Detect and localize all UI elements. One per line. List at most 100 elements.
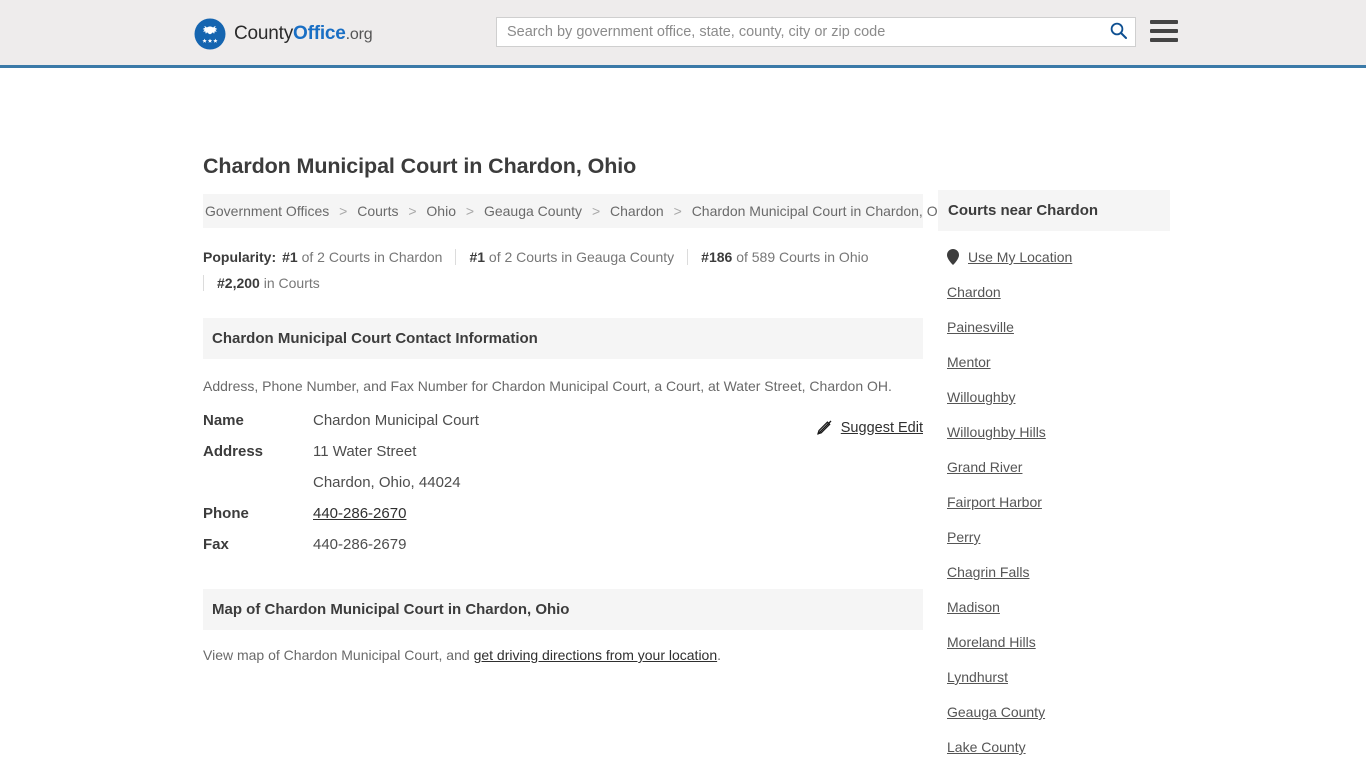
map-desc-text-before: View map of Chardon Municipal Court, and bbox=[203, 647, 474, 663]
contact-value-address-line1: 11 Water Street bbox=[313, 443, 417, 460]
suggest-edit[interactable]: Suggest Edit bbox=[816, 419, 923, 436]
sidebar-link[interactable]: Moreland Hills bbox=[947, 634, 1036, 650]
page-title: Chardon Municipal Court in Chardon, Ohio bbox=[203, 154, 637, 178]
popularity-stat-3: #2,200 in Courts bbox=[203, 275, 320, 291]
sidebar-link[interactable]: Painesville bbox=[947, 319, 1014, 335]
contact-key-address: Address bbox=[203, 443, 264, 460]
breadcrumb-item-4[interactable]: Chardon bbox=[610, 203, 664, 219]
sidebar-item-willoughby-hills[interactable]: Willoughby Hills bbox=[938, 424, 1170, 440]
sidebar-link[interactable]: Chagrin Falls bbox=[947, 564, 1029, 580]
sidebar-link[interactable]: Fairport Harbor bbox=[947, 494, 1042, 510]
popularity-text-0: of 2 Courts in Chardon bbox=[301, 249, 443, 265]
map-pin-icon bbox=[947, 249, 959, 265]
search-icon bbox=[1110, 22, 1127, 42]
contact-value-name: Chardon Municipal Court bbox=[313, 412, 479, 429]
popularity-text-2: of 589 Courts in Ohio bbox=[736, 249, 869, 265]
sidebar-link[interactable]: Geauga County bbox=[947, 704, 1045, 720]
popularity-label: Popularity: bbox=[203, 249, 277, 265]
contact-table: Name Chardon Municipal Court Address 11 … bbox=[203, 412, 479, 567]
search-bar[interactable] bbox=[496, 17, 1136, 47]
sidebar-item-lyndhurst[interactable]: Lyndhurst bbox=[938, 669, 1170, 685]
contact-section-heading: Chardon Municipal Court Contact Informat… bbox=[203, 318, 923, 359]
sidebar-link[interactable]: Willoughby bbox=[947, 389, 1015, 405]
popularity-stat-0: #1 of 2 Courts in Chardon bbox=[282, 249, 455, 265]
popularity-rank-3: #2,200 bbox=[217, 275, 260, 291]
sidebar-item-madison[interactable]: Madison bbox=[938, 599, 1170, 615]
breadcrumb-item-1[interactable]: Courts bbox=[357, 203, 398, 219]
sidebar-list: Use My Location Chardon Painesville Ment… bbox=[938, 249, 1170, 768]
search-input[interactable] bbox=[497, 18, 1101, 46]
breadcrumb-item-0[interactable]: Government Offices bbox=[205, 203, 329, 219]
breadcrumb-separator: > bbox=[673, 203, 682, 219]
sidebar-item-chardon[interactable]: Chardon bbox=[938, 284, 1170, 300]
breadcrumb-item-3[interactable]: Geauga County bbox=[484, 203, 582, 219]
contact-section-description: Address, Phone Number, and Fax Number fo… bbox=[203, 378, 892, 394]
hamburger-bar-2 bbox=[1150, 29, 1178, 33]
breadcrumb-separator: > bbox=[465, 203, 475, 219]
contact-key-blank bbox=[203, 474, 313, 505]
breadcrumb-separator: > bbox=[591, 203, 601, 219]
main-content: Chardon Municipal Court in Chardon, Ohio… bbox=[203, 154, 956, 663]
sidebar-item-chagrin-falls[interactable]: Chagrin Falls bbox=[938, 564, 1170, 580]
map-section-heading: Map of Chardon Municipal Court in Chardo… bbox=[203, 589, 923, 630]
eagle-seal-icon bbox=[194, 18, 226, 50]
sidebar-item-moreland-hills[interactable]: Moreland Hills bbox=[938, 634, 1170, 650]
table-row: Name Chardon Municipal Court bbox=[203, 412, 479, 443]
sidebar: Courts near Chardon Use My Location Char… bbox=[938, 190, 1170, 768]
sidebar-link[interactable]: Madison bbox=[947, 599, 1000, 615]
site-logo[interactable]: CountyOffice.org bbox=[194, 18, 373, 50]
sidebar-item-willoughby[interactable]: Willoughby bbox=[938, 389, 1170, 405]
search-button[interactable] bbox=[1101, 18, 1135, 46]
sidebar-item-perry[interactable]: Perry bbox=[938, 529, 1170, 545]
sidebar-link[interactable]: Chardon bbox=[947, 284, 1001, 300]
use-my-location-link[interactable]: Use My Location bbox=[968, 249, 1072, 265]
driving-directions-link[interactable]: get driving directions from your locatio… bbox=[474, 647, 718, 663]
sidebar-link[interactable]: Willoughby Hills bbox=[947, 424, 1046, 440]
table-row: Fax 440-286-2679 bbox=[203, 536, 479, 567]
popularity-stat-1: #1 of 2 Courts in Geauga County bbox=[455, 249, 688, 265]
table-row: Chardon, Ohio, 44024 bbox=[203, 474, 479, 505]
phone-link[interactable]: 440-286-2670 bbox=[313, 505, 406, 522]
sidebar-item-geauga-county[interactable]: Geauga County bbox=[938, 704, 1170, 720]
sidebar-item-fairport-harbor[interactable]: Fairport Harbor bbox=[938, 494, 1170, 510]
logo-text-office: Office bbox=[293, 23, 346, 44]
hamburger-menu-icon[interactable] bbox=[1150, 20, 1178, 42]
popularity-rank-0: #1 bbox=[282, 249, 298, 265]
sidebar-item-mentor[interactable]: Mentor bbox=[938, 354, 1170, 370]
contact-details: Name Chardon Municipal Court Address 11 … bbox=[203, 412, 923, 567]
popularity-row-1: Popularity: #1 of 2 Courts in Chardon #1 o… bbox=[203, 244, 923, 270]
breadcrumb: Government Offices > Courts > Ohio > Gea… bbox=[203, 194, 956, 228]
breadcrumb-separator: > bbox=[339, 203, 348, 219]
table-row: Phone 440-286-2670 bbox=[203, 505, 479, 536]
hamburger-bar-1 bbox=[1150, 20, 1178, 24]
sidebar-link[interactable]: Mentor bbox=[947, 354, 991, 370]
popularity-rank-1: #1 bbox=[469, 249, 486, 265]
popularity-text-1: of 2 Courts in Geauga County bbox=[488, 249, 675, 265]
logo-text-org: .org bbox=[345, 26, 373, 43]
sidebar-link[interactable]: Perry bbox=[947, 529, 980, 545]
map-section-description: View map of Chardon Municipal Court, and… bbox=[203, 647, 923, 663]
table-row: Address 11 Water Street bbox=[203, 443, 479, 474]
sidebar-link[interactable]: Lyndhurst bbox=[947, 669, 1008, 685]
popularity-stats: Popularity: #1 of 2 Courts in Chardon #1 o… bbox=[203, 244, 923, 296]
breadcrumb-item-2[interactable]: Ohio bbox=[426, 203, 456, 219]
sidebar-item-lake-county[interactable]: Lake County bbox=[938, 739, 1170, 755]
contact-value-address-line2: Chardon, Ohio, 44024 bbox=[313, 474, 461, 491]
popularity-row-2: #2,200 in Courts bbox=[203, 270, 923, 296]
contact-key-phone: Phone bbox=[203, 505, 249, 522]
sidebar-link[interactable]: Lake County bbox=[947, 739, 1026, 755]
hamburger-bar-3 bbox=[1150, 38, 1178, 42]
breadcrumb-separator: > bbox=[408, 203, 417, 219]
popularity-text-3: in Courts bbox=[263, 275, 320, 291]
contact-key-fax: Fax bbox=[203, 536, 229, 553]
logo-text-county: County bbox=[234, 23, 294, 44]
site-header: CountyOffice.org bbox=[0, 0, 1366, 68]
contact-key-name: Name bbox=[203, 412, 244, 429]
logo-text: CountyOffice.org bbox=[234, 23, 373, 45]
sidebar-item-painesville[interactable]: Painesville bbox=[938, 319, 1170, 335]
sidebar-item-grand-river[interactable]: Grand River bbox=[938, 459, 1170, 475]
map-desc-text-after: . bbox=[717, 647, 722, 663]
sidebar-item-use-my-location[interactable]: Use My Location bbox=[938, 249, 1170, 265]
suggest-edit-link[interactable]: Suggest Edit bbox=[841, 420, 923, 436]
sidebar-link[interactable]: Grand River bbox=[947, 459, 1022, 475]
